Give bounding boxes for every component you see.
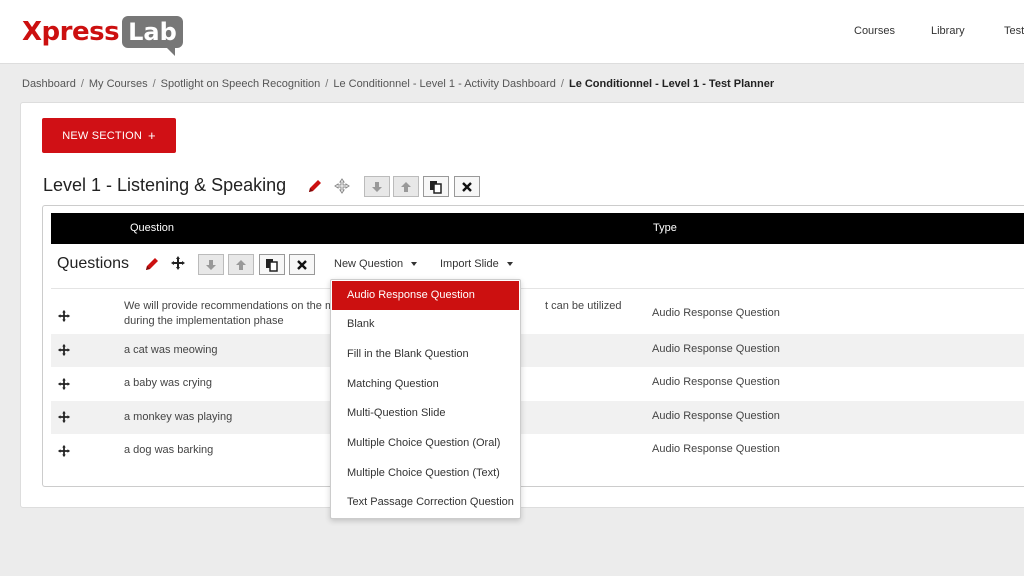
drag-handle-icon[interactable]: [57, 343, 71, 357]
question-type: Audio Response Question: [652, 307, 780, 319]
logo-text-lab: Lab: [122, 16, 183, 56]
new-section-label: NEW SECTION: [62, 129, 142, 142]
questions-title: Questions: [57, 255, 130, 272]
move-section-down-button[interactable]: [364, 176, 390, 197]
question-text: We will provide recommendations on the m…: [124, 299, 340, 329]
menu-item-fill-in-the-blank[interactable]: Fill in the Blank Question: [332, 340, 519, 369]
question-type: Audio Response Question: [652, 376, 780, 388]
caret-down-icon: [506, 262, 513, 266]
close-icon: [462, 181, 472, 192]
question-type: Audio Response Question: [652, 343, 780, 355]
breadcrumb-separator: /: [152, 78, 156, 90]
breadcrumb-course[interactable]: Spotlight on Speech Recognition: [161, 78, 321, 90]
question-type: Audio Response Question: [652, 443, 780, 455]
breadcrumb-dashboard[interactable]: Dashboard: [22, 78, 76, 90]
table-row[interactable]: a baby was crying Audio Response Questio…: [51, 367, 1024, 401]
table-row[interactable]: a cat was meowing Audio Response Questio…: [51, 334, 1024, 367]
arrow-up-icon: [236, 259, 246, 270]
drag-handle-icon[interactable]: [57, 377, 71, 391]
table-row[interactable]: We will provide recommendations on the m…: [51, 288, 1024, 334]
copy-questions-button[interactable]: [259, 254, 285, 275]
copy-section-button[interactable]: [423, 176, 449, 197]
table-row[interactable]: a dog was barking Audio Response Questio…: [51, 434, 1024, 468]
new-question-label: New Question: [334, 258, 404, 270]
breadcrumb-separator: /: [325, 78, 329, 90]
breadcrumb-my-courses[interactable]: My Courses: [89, 78, 148, 90]
breadcrumb-activity-dashboard[interactable]: Le Conditionnel - Level 1 - Activity Das…: [333, 78, 556, 90]
menu-item-text-passage-correction[interactable]: Text Passage Correction Question: [332, 488, 519, 517]
breadcrumb-separator: /: [560, 78, 564, 90]
move-questions-up-button[interactable]: [228, 254, 254, 275]
menu-item-multiple-choice-oral[interactable]: Multiple Choice Question (Oral): [332, 429, 519, 458]
question-text-line: We will provide recommendations on the m…: [124, 300, 341, 312]
xpresslab-logo[interactable]: Xpress Lab: [22, 14, 183, 56]
nav-library[interactable]: Library: [931, 25, 965, 37]
menu-item-audio-response[interactable]: Audio Response Question: [332, 281, 519, 310]
delete-questions-button[interactable]: [289, 254, 315, 275]
move-section-up-button[interactable]: [393, 176, 419, 197]
question-text: a monkey was playing: [124, 411, 233, 423]
table-row[interactable]: a monkey was playing Audio Response Ques…: [51, 401, 1024, 434]
question-text-line: during the implementation phase: [124, 315, 284, 327]
new-question-dropdown[interactable]: New Question: [334, 258, 418, 270]
test-planner-panel: NEW SECTION + Level 1 - Listening & Spea…: [20, 102, 1024, 508]
menu-item-multi-question-slide[interactable]: Multi-Question Slide: [332, 399, 519, 428]
import-slide-dropdown[interactable]: Import Slide: [440, 258, 513, 270]
breadcrumb-current: Le Conditionnel - Level 1 - Test Planner: [568, 78, 775, 90]
caret-down-icon: [411, 262, 418, 266]
question-text: a baby was crying: [124, 377, 213, 389]
table-header: Question Type: [51, 213, 1024, 244]
edit-questions-pencil-icon[interactable]: [143, 255, 161, 273]
delete-section-button[interactable]: [454, 176, 480, 197]
drag-handle-icon[interactable]: [57, 410, 71, 424]
question-text: a cat was meowing: [124, 344, 218, 356]
question-type: Audio Response Question: [652, 410, 780, 422]
nav-courses[interactable]: Courses: [854, 25, 895, 37]
nav-test[interactable]: Test: [1004, 25, 1024, 37]
column-header-type: Type: [653, 222, 677, 234]
menu-item-blank[interactable]: Blank: [332, 310, 519, 339]
copy-icon: [430, 180, 442, 194]
drag-handle-icon[interactable]: [57, 444, 71, 458]
move-questions-icon[interactable]: [170, 255, 186, 271]
menu-item-multiple-choice-text[interactable]: Multiple Choice Question (Text): [332, 459, 519, 488]
logo-text-xpress: Xpress: [22, 17, 120, 47]
menu-item-matching[interactable]: Matching Question: [332, 370, 519, 399]
top-navbar: Xpress Lab Courses Library Test: [0, 0, 1024, 64]
arrow-up-icon: [401, 181, 411, 192]
question-text: a dog was barking: [124, 444, 214, 456]
breadcrumb: Dashboard / My Courses / Spotlight on Speech…: [22, 78, 774, 90]
move-section-icon[interactable]: [334, 178, 350, 194]
arrow-down-icon: [372, 181, 382, 192]
move-questions-down-button[interactable]: [198, 254, 224, 275]
new-section-button[interactable]: NEW SECTION +: [42, 118, 176, 153]
edit-section-pencil-icon[interactable]: [306, 177, 324, 195]
breadcrumb-separator: /: [80, 78, 84, 90]
copy-icon: [266, 258, 278, 272]
questions-table-panel: Question Type Questions New Question Imp…: [42, 205, 1024, 487]
import-slide-label: Import Slide: [440, 258, 499, 270]
arrow-down-icon: [206, 259, 216, 270]
new-question-menu: Audio Response Question Blank Fill in th…: [330, 279, 521, 519]
plus-icon: +: [148, 128, 156, 143]
drag-handle-icon[interactable]: [57, 309, 71, 323]
section-title: Level 1 - Listening & Speaking: [43, 175, 287, 195]
question-text-overflow: t can be utilized: [545, 300, 622, 312]
close-icon: [297, 259, 307, 270]
column-header-question: Question: [130, 222, 175, 234]
